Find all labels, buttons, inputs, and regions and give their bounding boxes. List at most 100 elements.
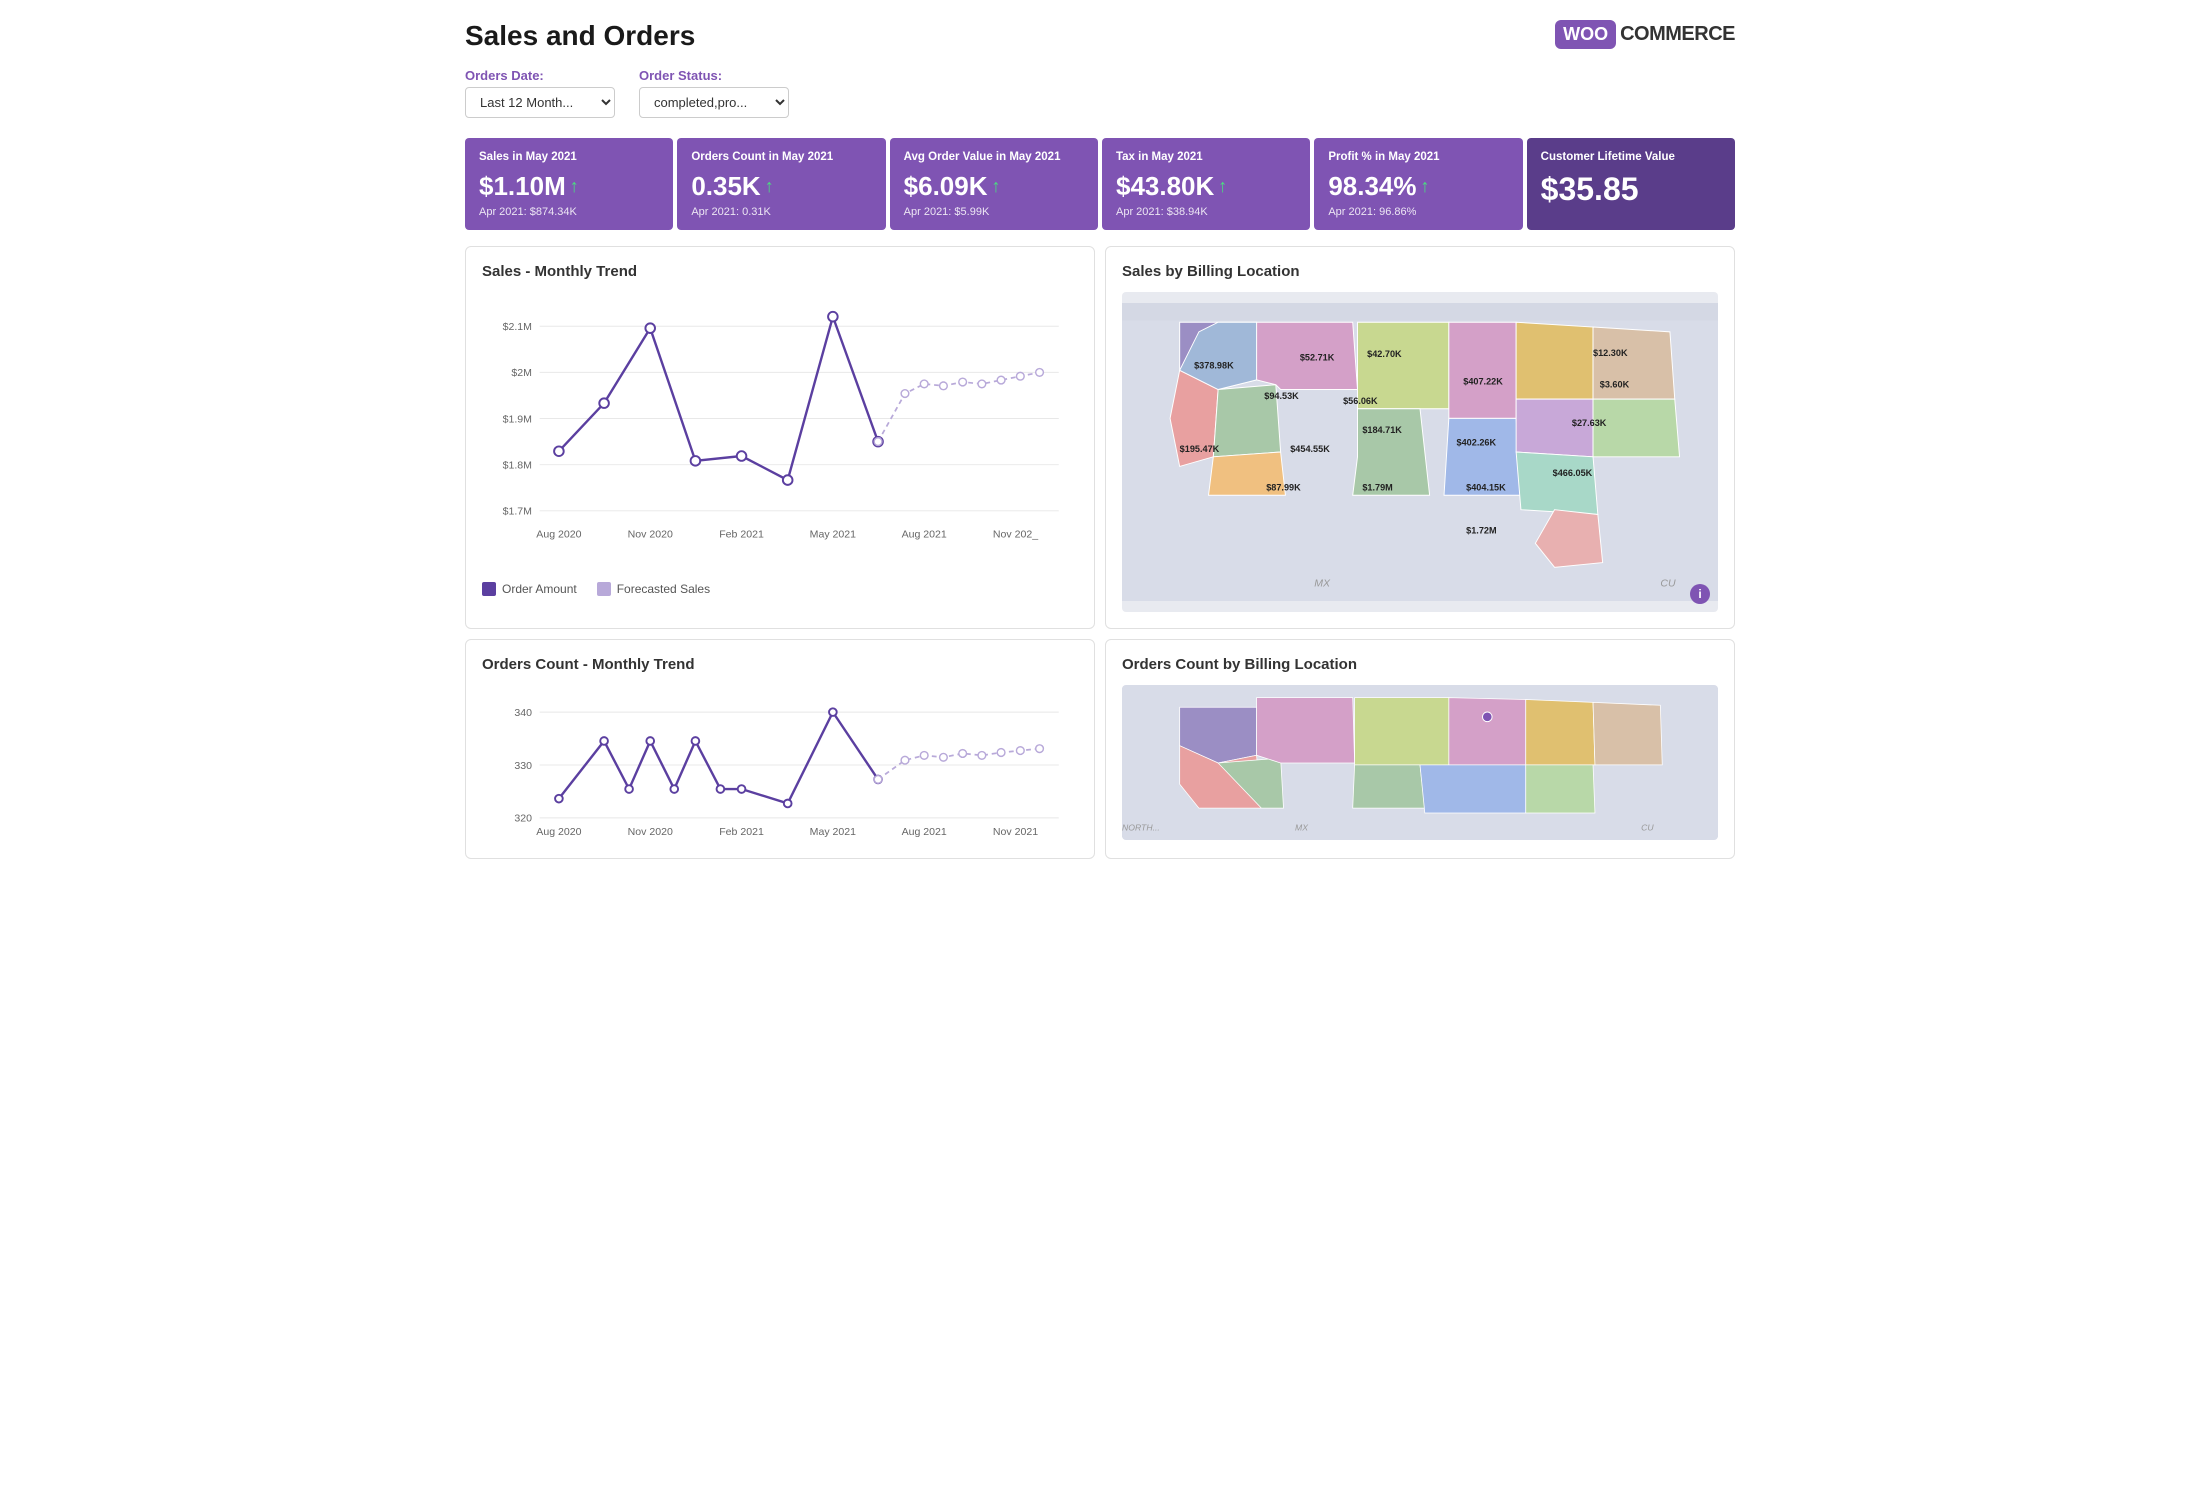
filters: Orders Date: Last 12 Month... Order Stat…	[465, 68, 1735, 118]
kpi-profit-value: 98.34% ↑	[1328, 171, 1508, 202]
svg-text:CU: CU	[1660, 578, 1676, 590]
orders-chart-svg: 340 330 320 Aug 2020 Nov 2020 Feb 2021 M…	[482, 685, 1078, 845]
svg-text:May 2021: May 2021	[810, 529, 857, 541]
legend-solid-box	[482, 582, 496, 596]
kpi-avg-label: Avg Order Value in May 2021	[904, 150, 1084, 165]
kpi-orders-label: Orders Count in May 2021	[691, 150, 871, 165]
kpi-profit-label: Profit % in May 2021	[1328, 150, 1508, 165]
legend-dashed-box	[597, 582, 611, 596]
sales-chart-svg: $2.1M $2M $1.9M $1.8M $1.7M Aug 2020 Nov…	[482, 292, 1078, 572]
bottom-row: Orders Count - Monthly Trend 340 330 320…	[465, 639, 1735, 859]
svg-text:MX: MX	[1295, 822, 1309, 832]
orders-trend-title: Orders Count - Monthly Trend	[482, 656, 1078, 673]
orders-trend-card: Orders Count - Monthly Trend 340 330 320…	[465, 639, 1095, 859]
svg-text:340: 340	[514, 707, 532, 719]
orders-map-svg: MX CU NORTH...	[1122, 685, 1718, 840]
kpi-card-avg: Avg Order Value in May 2021 $6.09K ↑ Apr…	[890, 138, 1098, 230]
legend-forecast-label: Forecasted Sales	[617, 582, 710, 596]
svg-text:$454.55K: $454.55K	[1290, 444, 1330, 454]
svg-text:Aug 2020: Aug 2020	[536, 826, 581, 838]
svg-text:$378.98K: $378.98K	[1194, 360, 1234, 370]
kpi-row: Sales in May 2021 $1.10M ↑ Apr 2021: $87…	[465, 138, 1735, 230]
svg-text:$12.30K: $12.30K	[1593, 348, 1628, 358]
kpi-avg-arrow: ↑	[992, 176, 1001, 197]
kpi-avg-prev: Apr 2021: $5.99K	[904, 206, 1084, 218]
svg-text:Feb 2021: Feb 2021	[719, 529, 764, 541]
kpi-avg-value: $6.09K ↑	[904, 171, 1084, 202]
kpi-card-profit: Profit % in May 2021 98.34% ↑ Apr 2021: …	[1314, 138, 1522, 230]
kpi-sales-prev: Apr 2021: $874.34K	[479, 206, 659, 218]
svg-text:CU: CU	[1641, 822, 1654, 832]
kpi-orders-arrow: ↑	[765, 176, 774, 197]
legend-forecasted: Forecasted Sales	[597, 582, 710, 596]
charts-row: Sales - Monthly Trend $2.1M $2M $1.9M $1…	[465, 246, 1735, 629]
kpi-sales-label: Sales in May 2021	[479, 150, 659, 165]
kpi-card-orders: Orders Count in May 2021 0.35K ↑ Apr 202…	[677, 138, 885, 230]
svg-text:$1.8M: $1.8M	[503, 459, 532, 471]
kpi-tax-value: $43.80K ↑	[1116, 171, 1296, 202]
status-filter-label: Order Status:	[639, 68, 789, 83]
kpi-sales-value: $1.10M ↑	[479, 171, 659, 202]
sales-chart-legend: Order Amount Forecasted Sales	[482, 582, 1078, 596]
kpi-profit-prev: Apr 2021: 96.86%	[1328, 206, 1508, 218]
date-filter-group: Orders Date: Last 12 Month...	[465, 68, 615, 118]
kpi-ltv-value: $35.85	[1541, 171, 1721, 208]
status-filter-select[interactable]: completed,pro...	[639, 87, 789, 118]
billing-map-title: Sales by Billing Location	[1122, 263, 1718, 280]
header: Sales and Orders WOO COMMERCE	[465, 20, 1735, 52]
svg-text:$1.72M: $1.72M	[1466, 526, 1496, 536]
woo-logo: WOO COMMERCE	[1555, 20, 1735, 49]
kpi-orders-prev: Apr 2021: 0.31K	[691, 206, 871, 218]
kpi-tax-prev: Apr 2021: $38.94K	[1116, 206, 1296, 218]
svg-text:May 2021: May 2021	[810, 826, 857, 838]
sales-trend-title: Sales - Monthly Trend	[482, 263, 1078, 280]
svg-text:320: 320	[514, 813, 532, 825]
svg-text:$1.79M: $1.79M	[1362, 482, 1392, 492]
svg-text:Nov 2021: Nov 2021	[993, 826, 1038, 838]
svg-text:$195.47K: $195.47K	[1180, 444, 1220, 454]
svg-text:NORTH...: NORTH...	[1122, 822, 1160, 832]
svg-text:$1.7M: $1.7M	[503, 506, 532, 518]
woo-logo-box: WOO	[1555, 20, 1616, 49]
svg-text:$404.15K: $404.15K	[1466, 482, 1506, 492]
kpi-sales-arrow: ↑	[570, 176, 579, 197]
kpi-orders-value: 0.35K ↑	[691, 171, 871, 202]
page-title: Sales and Orders	[465, 20, 695, 52]
billing-map-container: MX CU $378.98K $52.71K $42.70K $94.53K $…	[1122, 292, 1718, 612]
svg-text:$87.99K: $87.99K	[1266, 482, 1301, 492]
sales-trend-card: Sales - Monthly Trend $2.1M $2M $1.9M $1…	[465, 246, 1095, 629]
svg-text:$407.22K: $407.22K	[1463, 377, 1503, 387]
kpi-card-tax: Tax in May 2021 $43.80K ↑ Apr 2021: $38.…	[1102, 138, 1310, 230]
legend-order-amount: Order Amount	[482, 582, 577, 596]
svg-text:Aug 2021: Aug 2021	[902, 826, 947, 838]
svg-text:Feb 2021: Feb 2021	[719, 826, 764, 838]
woo-commerce-text: COMMERCE	[1620, 23, 1735, 46]
svg-text:$42.70K: $42.70K	[1367, 349, 1402, 359]
status-filter-group: Order Status: completed,pro...	[639, 68, 789, 118]
kpi-card-ltv: Customer Lifetime Value $35.85	[1527, 138, 1735, 230]
svg-text:Nov 202_: Nov 202_	[993, 529, 1038, 541]
svg-text:$402.26K: $402.26K	[1457, 437, 1497, 447]
kpi-card-sales: Sales in May 2021 $1.10M ↑ Apr 2021: $87…	[465, 138, 673, 230]
svg-text:$52.71K: $52.71K	[1300, 353, 1335, 363]
svg-text:$2M: $2M	[511, 367, 532, 379]
billing-map-card: Sales by Billing Location	[1105, 246, 1735, 629]
svg-text:$56.06K: $56.06K	[1343, 396, 1378, 406]
kpi-ltv-label: Customer Lifetime Value	[1541, 150, 1721, 165]
map-info-icon[interactable]: i	[1690, 584, 1710, 604]
svg-text:$184.71K: $184.71K	[1362, 425, 1402, 435]
us-map-svg: MX CU $378.98K $52.71K $42.70K $94.53K $…	[1122, 292, 1718, 612]
svg-text:$27.63K: $27.63K	[1572, 418, 1607, 428]
svg-text:$466.05K: $466.05K	[1553, 468, 1593, 478]
svg-text:MX: MX	[1314, 578, 1331, 590]
orders-map-card: Orders Count by Billing Location	[1105, 639, 1735, 859]
page-container: Sales and Orders WOO COMMERCE Orders Dat…	[445, 0, 1755, 879]
kpi-tax-arrow: ↑	[1218, 176, 1227, 197]
svg-text:Aug 2021: Aug 2021	[902, 529, 947, 541]
date-filter-select[interactable]: Last 12 Month...	[465, 87, 615, 118]
svg-text:$1.9M: $1.9M	[503, 413, 532, 425]
svg-text:Aug 2020: Aug 2020	[536, 529, 581, 541]
date-filter-label: Orders Date:	[465, 68, 615, 83]
svg-text:$94.53K: $94.53K	[1264, 391, 1299, 401]
orders-map-title: Orders Count by Billing Location	[1122, 656, 1718, 673]
